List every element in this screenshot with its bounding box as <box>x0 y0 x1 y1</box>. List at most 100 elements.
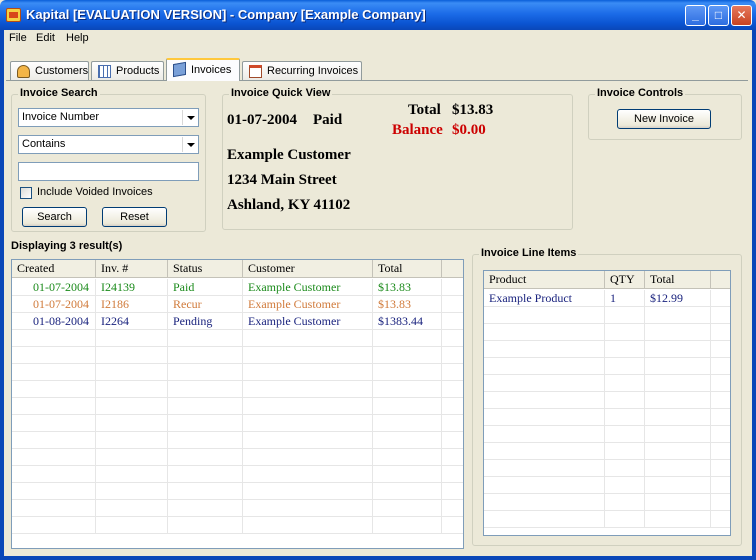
include-voided-checkbox[interactable] <box>20 187 32 199</box>
column-header-customer[interactable]: Customer <box>243 260 373 278</box>
menu-help[interactable]: Help <box>66 32 89 44</box>
tab-customers[interactable]: Customers <box>10 61 89 80</box>
column-header-total[interactable]: Total <box>373 260 442 278</box>
list-item <box>484 511 730 528</box>
invoice-controls-group: Invoice Controls New Invoice <box>588 87 742 140</box>
column-header-qty[interactable]: QTY <box>605 271 645 289</box>
invoice-results-grid[interactable]: Created Inv. # Status Customer Total 01-… <box>11 259 464 549</box>
close-button[interactable]: ✕ <box>731 5 752 26</box>
table-cell-status: Paid <box>168 279 243 296</box>
table-cell-created <box>12 381 96 398</box>
results-grid-header: Created Inv. # Status Customer Total <box>12 260 463 278</box>
line-item-cell-qty <box>605 358 645 375</box>
column-header-created[interactable]: Created <box>12 260 96 278</box>
line-item-cell-product <box>484 443 605 460</box>
chevron-down-icon[interactable] <box>182 137 197 152</box>
app-icon[interactable] <box>6 8 21 22</box>
table-row[interactable]: 01-08-2004 I2264 Pending Example Customer $1… <box>12 313 463 330</box>
calendar-icon <box>249 65 262 78</box>
table-cell-number <box>96 398 168 415</box>
table-row[interactable]: 01-07-2004 I24139 Paid Example Customer $13.… <box>12 279 463 296</box>
line-items-grid[interactable]: Product QTY Total Example Product 1 $12.99 <box>483 270 731 536</box>
line-item-cell-qty <box>605 392 645 409</box>
table-cell-total <box>373 466 442 483</box>
line-item-cell-qty <box>605 511 645 528</box>
line-item-cell-total <box>645 324 711 341</box>
table-cell-customer <box>243 415 373 432</box>
window-title: Kapital [EVALUATION VERSION] - Company [… <box>26 7 426 22</box>
table-row <box>12 483 463 500</box>
table-cell-number <box>96 330 168 347</box>
tab-invoices[interactable]: Invoices <box>166 58 240 81</box>
table-cell-created <box>12 517 96 534</box>
search-operator-select[interactable]: Contains <box>18 135 199 154</box>
new-invoice-button[interactable]: New Invoice <box>617 109 711 129</box>
line-item-cell-total <box>645 375 711 392</box>
table-cell-status <box>168 398 243 415</box>
line-item-cell-qty <box>605 324 645 341</box>
line-item-cell-product <box>484 392 605 409</box>
invoice-controls-title: Invoice Controls <box>595 87 686 99</box>
line-item-cell-qty <box>605 443 645 460</box>
table-cell-number <box>96 517 168 534</box>
line-item-cell-total <box>645 409 711 426</box>
column-header-line-total[interactable]: Total <box>645 271 711 289</box>
reset-button[interactable]: Reset <box>102 207 167 227</box>
line-item-cell-total <box>645 477 711 494</box>
line-item-cell-total <box>645 494 711 511</box>
search-button[interactable]: Search <box>22 207 87 227</box>
line-item-cell-product <box>484 426 605 443</box>
table-cell-total: $13.83 <box>373 296 442 313</box>
table-cell-total: $1383.44 <box>373 313 442 330</box>
list-item <box>484 426 730 443</box>
tab-recurring-invoices[interactable]: Recurring Invoices <box>242 61 362 80</box>
column-header-status[interactable]: Status <box>168 260 243 278</box>
table-cell-total <box>373 381 442 398</box>
table-row[interactable]: 01-07-2004 I2186 Recur Example Customer $13.… <box>12 296 463 313</box>
table-cell-created <box>12 398 96 415</box>
window-frame-left <box>0 30 4 560</box>
line-item-cell-total <box>645 443 711 460</box>
table-cell-created: 01-08-2004 <box>12 313 96 330</box>
line-item-cell-product <box>484 409 605 426</box>
list-item <box>484 392 730 409</box>
menu-edit[interactable]: Edit <box>36 32 55 44</box>
table-cell-status <box>168 449 243 466</box>
table-cell-created <box>12 449 96 466</box>
table-cell-number: I2264 <box>96 313 168 330</box>
tab-products[interactable]: Products <box>91 61 164 80</box>
table-cell-status <box>168 483 243 500</box>
table-row <box>12 381 463 398</box>
invoice-search-group: Invoice Search Invoice Number Contains I… <box>11 87 206 232</box>
maximize-button[interactable]: □ <box>708 5 729 26</box>
chevron-down-icon[interactable] <box>182 110 197 125</box>
invoice-search-title: Invoice Search <box>18 87 100 99</box>
quick-view-address-line1: 1234 Main Street <box>227 172 337 188</box>
search-query-input[interactable] <box>18 162 199 181</box>
line-items-grid-header: Product QTY Total <box>484 271 730 289</box>
column-header-inv-number[interactable]: Inv. # <box>96 260 168 278</box>
line-item-cell-qty: 1 <box>605 290 645 307</box>
table-cell-number <box>96 500 168 517</box>
title-bar[interactable]: Kapital [EVALUATION VERSION] - Company [… <box>0 0 756 30</box>
invoice-quick-view-title: Invoice Quick View <box>229 87 333 99</box>
line-item-cell-qty <box>605 307 645 324</box>
minimize-button[interactable]: _ <box>685 5 706 26</box>
column-header-product[interactable]: Product <box>484 271 605 289</box>
list-item[interactable]: Example Product 1 $12.99 <box>484 290 730 307</box>
table-cell-status <box>168 381 243 398</box>
search-field-select[interactable]: Invoice Number <box>18 108 199 127</box>
line-item-cell-qty <box>605 409 645 426</box>
grid-icon <box>98 65 111 78</box>
line-item-cell-total <box>645 341 711 358</box>
table-cell-customer <box>243 347 373 364</box>
list-item <box>484 443 730 460</box>
table-cell-status <box>168 330 243 347</box>
table-cell-created <box>12 415 96 432</box>
include-voided-label[interactable]: Include Voided Invoices <box>37 186 153 198</box>
line-item-cell-total <box>645 511 711 528</box>
line-item-cell-product: Example Product <box>484 290 605 307</box>
table-cell-total: $13.83 <box>373 279 442 296</box>
menu-file[interactable]: File <box>9 32 27 44</box>
table-cell-status: Recur <box>168 296 243 313</box>
